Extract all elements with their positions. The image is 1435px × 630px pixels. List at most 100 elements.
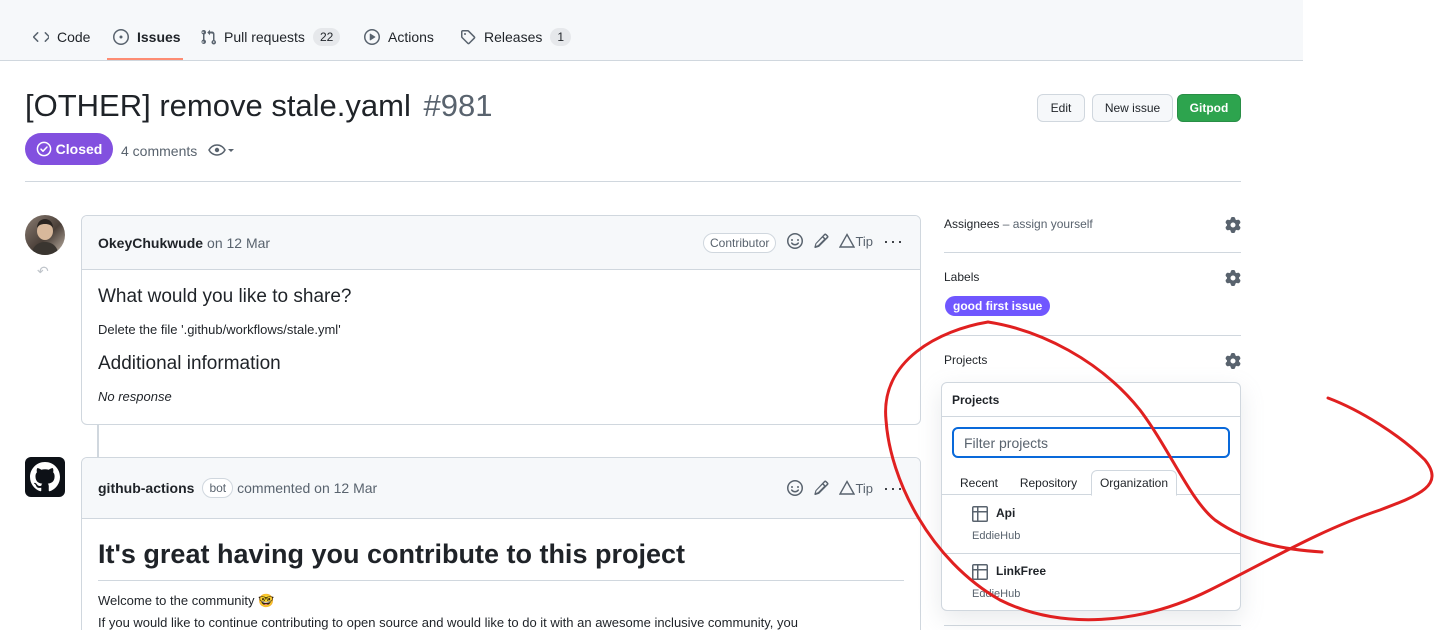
comment-card: github-actions bot commented on 12 Mar T…: [81, 457, 921, 630]
tip-label: Tip: [855, 233, 874, 249]
tag-icon: [461, 30, 476, 45]
sidebar-divider: [944, 252, 1241, 253]
assignees-section: Assignees – assign yourself: [944, 217, 1241, 235]
comment-tools: Tip ···: [787, 479, 904, 497]
comment-text: Welcome to the community 🤓: [98, 593, 275, 608]
project-owner: EddieHub: [972, 530, 1021, 542]
project-name: LinkFree: [996, 564, 1047, 578]
list-item[interactable]: LinkFree EddieHub: [942, 554, 1240, 610]
comment-author[interactable]: github-actions: [98, 480, 194, 496]
pencil-icon[interactable]: [813, 480, 829, 496]
avatar[interactable]: [25, 215, 65, 255]
issue-title: [OTHER] remove stale.yaml #981: [25, 88, 492, 124]
eye-icon: [208, 144, 226, 156]
pull-request-icon: [201, 29, 216, 45]
popover-tabs: Recent Repository Organization: [942, 470, 1240, 496]
tab-actions[interactable]: Actions: [364, 22, 434, 52]
tab-issues[interactable]: Issues: [113, 22, 181, 52]
comment-card: OkeyChukwude on 12 Mar Contributor Tip ·…: [81, 215, 921, 425]
gear-icon[interactable]: [1225, 270, 1241, 286]
project-owner: EddieHub: [972, 588, 1021, 600]
status-label: Closed: [55, 141, 103, 157]
issue-number: #981: [423, 88, 493, 123]
watch-dropdown[interactable]: [208, 142, 236, 158]
comment-text: Delete the file '.github/workflows/stale…: [98, 322, 341, 337]
tab-code[interactable]: Code: [33, 22, 90, 52]
pull-requests-count: 22: [312, 28, 341, 46]
contributor-badge: Contributor: [703, 233, 777, 253]
projects-section: Projects: [944, 353, 1241, 371]
bot-badge: bot: [202, 478, 234, 498]
comment-text: If you would like to continue contributi…: [98, 615, 798, 630]
edit-button[interactable]: Edit: [1037, 94, 1085, 122]
github-logo-icon: [30, 462, 60, 492]
comment-meta[interactable]: commented on 12 Mar: [237, 480, 377, 496]
new-issue-button[interactable]: New issue: [1092, 94, 1173, 122]
tab-releases[interactable]: Releases 1: [460, 22, 572, 52]
tip-label: Tip: [855, 480, 874, 496]
labels-section: Labels: [944, 270, 1241, 288]
comment-header: OkeyChukwude on 12 Mar Contributor Tip ·…: [82, 216, 920, 270]
active-tab-underline: [107, 58, 183, 60]
assign-yourself-link[interactable]: – assign yourself: [999, 217, 1093, 231]
smiley-icon[interactable]: [787, 233, 804, 249]
gitpod-button[interactable]: Gitpod: [1177, 94, 1241, 122]
tab-organization[interactable]: Organization: [1091, 470, 1177, 496]
labels-title: Labels: [944, 270, 980, 284]
comments-count: 4 comments: [121, 143, 198, 159]
tab-issues-label: Issues: [137, 29, 181, 45]
comment-heading: Additional information: [98, 353, 281, 374]
tab-recent[interactable]: Recent: [952, 470, 1006, 495]
issue-icon: [113, 29, 129, 45]
tab-repository[interactable]: Repository: [1012, 470, 1085, 495]
list-item[interactable]: Api EddieHub: [942, 496, 1240, 554]
comment-body: What would you like to share? Delete the…: [82, 270, 920, 424]
header-divider: [25, 181, 1241, 182]
smiley-icon[interactable]: [787, 480, 804, 496]
comment-heading: It's great having you contribute to this…: [98, 539, 904, 581]
code-icon: [33, 32, 49, 42]
kebab-menu-icon[interactable]: ···: [883, 479, 904, 497]
issue-title-text: [OTHER] remove stale.yaml: [25, 88, 411, 123]
gear-icon[interactable]: [1225, 217, 1241, 233]
releases-count: 1: [550, 28, 572, 46]
check-circle-icon: [36, 141, 52, 157]
user-photo-icon: [31, 219, 59, 255]
pencil-icon[interactable]: [813, 233, 829, 249]
tab-releases-label: Releases: [484, 29, 543, 45]
comment-tools: Tip ···: [787, 232, 904, 250]
projects-popover: Projects Recent Repository Organization …: [941, 382, 1241, 611]
comment-header: github-actions bot commented on 12 Mar T…: [82, 458, 920, 519]
triangle-icon: [839, 480, 856, 495]
projects-title: Projects: [944, 353, 988, 367]
sidebar-divider: [944, 335, 1241, 336]
label-good-first-issue[interactable]: good first issue: [945, 296, 1051, 316]
kebab-menu-icon[interactable]: ···: [883, 232, 904, 250]
comment-meta[interactable]: on 12 Mar: [207, 235, 270, 251]
comment-text: No response: [98, 389, 172, 404]
table-icon: [972, 506, 988, 522]
reply-icon: ↶: [37, 263, 49, 279]
avatar[interactable]: [25, 457, 65, 497]
comment-author[interactable]: OkeyChukwude: [98, 235, 203, 251]
table-icon: [972, 564, 988, 580]
project-name: Api: [996, 506, 1016, 520]
filter-projects-input[interactable]: [952, 427, 1230, 458]
tip-button[interactable]: Tip: [839, 480, 873, 496]
popover-title: Projects: [942, 383, 1240, 417]
timeline-connector: [97, 425, 99, 457]
repo-nav: Code Issues Pull requests 22 Actions Rel…: [0, 0, 1303, 61]
assignees-title: Assignees: [944, 217, 1000, 231]
comment-body: It's great having you contribute to this…: [82, 519, 920, 630]
tab-code-label: Code: [57, 29, 91, 45]
tab-pull-requests[interactable]: Pull requests 22: [200, 22, 341, 52]
sidebar-divider: [944, 625, 1241, 626]
comment-heading: What would you like to share?: [98, 286, 352, 307]
tab-actions-label: Actions: [388, 29, 434, 45]
caret-down-icon: [228, 149, 234, 152]
triangle-icon: [839, 233, 856, 248]
tip-button[interactable]: Tip: [839, 233, 873, 249]
status-badge: Closed: [25, 133, 113, 165]
gear-icon[interactable]: [1225, 353, 1241, 369]
tab-pull-requests-label: Pull requests: [224, 29, 305, 45]
